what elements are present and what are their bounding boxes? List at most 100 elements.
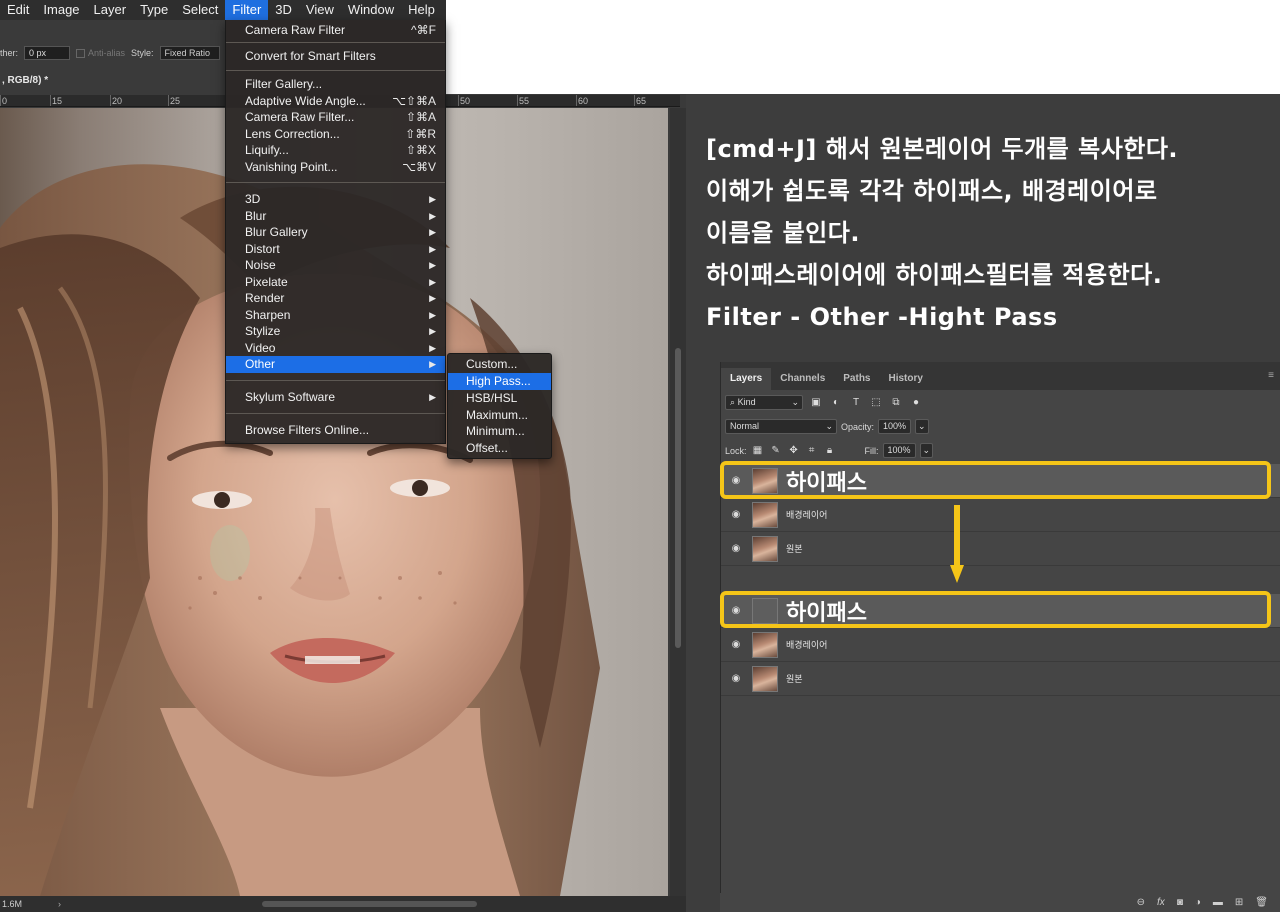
menu-item-label: Video <box>245 340 276 355</box>
type-filter-icon[interactable]: T <box>849 397 863 408</box>
menu-item-camera-raw-filter[interactable]: Camera Raw Filter ^⌘F <box>226 22 445 39</box>
opacity-chevron-icon[interactable]: ⌄ <box>915 419 929 434</box>
pixel-filter-icon[interactable]: ▣ <box>809 397 823 408</box>
folder-icon[interactable]: ▬ <box>1213 897 1223 908</box>
menu-item-label: Lens Correction... <box>245 126 340 141</box>
layer-name[interactable]: 배경레이어 <box>786 508 827 521</box>
ruler-tick: 55 <box>519 96 530 106</box>
menu-view[interactable]: View <box>299 0 341 20</box>
menu-item-browse-filters-online[interactable]: Browse Filters Online... <box>226 422 445 439</box>
blend-mode-select[interactable]: Normal ⌄ <box>725 419 837 434</box>
layer-row-background-layer[interactable]: ◉ 배경레이어 <box>721 498 1280 532</box>
layer-name[interactable]: 배경레이어 <box>786 638 827 651</box>
shape-filter-icon[interactable]: ⬚ <box>869 397 883 408</box>
submenu-arrow-icon: ▶ <box>429 243 436 254</box>
status-arrow-icon[interactable]: › <box>58 896 61 912</box>
link-icon[interactable]: ⊖ <box>1137 897 1145 908</box>
search-icon: ⌕ <box>730 397 736 407</box>
lock-move-icon[interactable]: ✥ <box>787 445 801 456</box>
submenu-item-custom[interactable]: Custom... <box>448 356 551 373</box>
menu-window[interactable]: Window <box>341 0 401 20</box>
shortcut-label: ⇧⌘R <box>405 126 436 141</box>
lock-paint-icon[interactable]: ✎ <box>769 445 783 456</box>
menu-filter[interactable]: Filter <box>225 0 269 20</box>
menu-3d[interactable]: 3D <box>268 0 299 20</box>
layer-row-original[interactable]: ◉ 원본 <box>721 662 1280 696</box>
submenu-item-high-pass[interactable]: High Pass... <box>448 373 551 390</box>
menu-item-distort[interactable]: Distort ▶ <box>226 241 445 258</box>
submenu-item-hsb-hsl[interactable]: HSB/HSL <box>448 390 551 407</box>
menu-item-skylum-software[interactable]: Skylum Software ▶ <box>226 389 445 406</box>
menu-item-3d[interactable]: 3D ▶ <box>226 191 445 208</box>
fx-icon[interactable]: fx <box>1157 897 1165 908</box>
menu-item-sharpen[interactable]: Sharpen ▶ <box>226 307 445 324</box>
menu-item-label: Other <box>245 357 276 371</box>
feather-input[interactable]: 0 px <box>24 46 71 60</box>
tab-layers[interactable]: Layers <box>721 368 772 390</box>
menu-item-blur-gallery[interactable]: Blur Gallery ▶ <box>226 224 445 241</box>
menu-item-blur[interactable]: Blur ▶ <box>226 208 445 225</box>
menu-item-filter-gallery[interactable]: Filter Gallery... <box>226 76 445 93</box>
vertical-scrollbar[interactable] <box>670 108 686 896</box>
layer-name[interactable]: 원본 <box>786 672 803 685</box>
eye-icon[interactable]: ◉ <box>721 543 751 554</box>
adjustment-icon[interactable]: ◑ <box>1195 897 1201 908</box>
instruction-line: Filter - Other -Hight Pass <box>706 303 1058 331</box>
layer-row-original[interactable]: ◉ 원본 <box>721 532 1280 566</box>
menu-help[interactable]: Help <box>401 0 442 20</box>
opacity-input[interactable]: 100% <box>878 419 912 434</box>
menu-edit[interactable]: Edit <box>0 0 36 20</box>
submenu-item-maximum[interactable]: Maximum... <box>448 407 551 424</box>
smart-object-filter-icon[interactable]: ⧉ <box>889 397 903 408</box>
document-tab-title[interactable]: , RGB/8) * <box>0 72 48 90</box>
antialias-checkbox[interactable]: Anti-alias <box>76 48 125 59</box>
mask-icon[interactable]: ◙ <box>1177 897 1183 908</box>
layer-row-background-layer[interactable]: ◉ 배경레이어 <box>721 628 1280 662</box>
ruler-tick: 50 <box>460 96 471 106</box>
lock-transparency-icon[interactable]: ▦ <box>751 445 765 456</box>
menu-item-liquify[interactable]: Liquify... ⇧⌘X <box>226 142 445 159</box>
menu-type[interactable]: Type <box>133 0 175 20</box>
eye-icon[interactable]: ◉ <box>721 509 751 520</box>
menu-item-convert-smart-filters[interactable]: Convert for Smart Filters <box>226 48 445 65</box>
menu-item-stylize[interactable]: Stylize ▶ <box>226 323 445 340</box>
fill-chevron-icon[interactable]: ⌄ <box>919 443 934 458</box>
menu-item-vanishing-point[interactable]: Vanishing Point... ⌥⌘V <box>226 159 445 176</box>
horizontal-scroll-thumb[interactable] <box>262 901 477 907</box>
submenu-item-offset[interactable]: Offset... <box>448 440 551 457</box>
kind-filter-select[interactable]: ⌕ Kind ⌄ <box>725 395 803 410</box>
filter-toggle-icon[interactable]: ● <box>909 397 923 408</box>
adjustment-filter-icon[interactable]: ◐ <box>829 397 843 408</box>
submenu-item-minimum[interactable]: Minimum... <box>448 423 551 440</box>
fill-input[interactable]: 100% <box>882 443 916 458</box>
new-layer-icon[interactable]: ⊞ <box>1235 897 1243 908</box>
shortcut-label: ⌥⌘V <box>402 159 436 174</box>
scroll-thumb[interactable] <box>675 348 681 648</box>
menu-layer[interactable]: Layer <box>87 0 134 20</box>
other-submenu: Custom... High Pass... HSB/HSL Maximum..… <box>447 353 552 459</box>
menu-item-other[interactable]: Other ▶ <box>226 356 445 373</box>
submenu-arrow-icon: ▶ <box>429 309 436 320</box>
layer-name[interactable]: 원본 <box>786 542 803 555</box>
menu-item-render[interactable]: Render ▶ <box>226 290 445 307</box>
menu-item-pixelate[interactable]: Pixelate ▶ <box>226 274 445 291</box>
tab-history[interactable]: History <box>880 368 932 390</box>
lock-all-icon[interactable]: 🔒︎ <box>823 445 837 456</box>
eye-icon[interactable]: ◉ <box>721 639 751 650</box>
menu-item-noise[interactable]: Noise ▶ <box>226 257 445 274</box>
eye-icon[interactable]: ◉ <box>721 673 751 684</box>
menu-item-lens-correction[interactable]: Lens Correction... ⇧⌘R <box>226 126 445 143</box>
menu-item-adaptive-wide-angle[interactable]: Adaptive Wide Angle... ⌥⇧⌘A <box>226 93 445 110</box>
menu-image[interactable]: Image <box>36 0 86 20</box>
panel-menu-icon[interactable]: ≡ <box>1268 370 1274 381</box>
trash-icon[interactable]: 🗑︎ <box>1255 897 1268 908</box>
lock-artboard-icon[interactable]: ⌗ <box>805 445 819 456</box>
menu-item-camera-raw-filter-dialog[interactable]: Camera Raw Filter... ⇧⌘A <box>226 109 445 126</box>
menu-item-video[interactable]: Video ▶ <box>226 340 445 357</box>
style-select[interactable]: Fixed Ratio <box>159 46 220 60</box>
shortcut-label: ⇧⌘A <box>405 110 436 124</box>
menu-select[interactable]: Select <box>175 0 225 20</box>
tab-paths[interactable]: Paths <box>834 368 879 390</box>
shortcut-label: ^⌘F <box>411 23 436 37</box>
tab-channels[interactable]: Channels <box>771 368 834 390</box>
